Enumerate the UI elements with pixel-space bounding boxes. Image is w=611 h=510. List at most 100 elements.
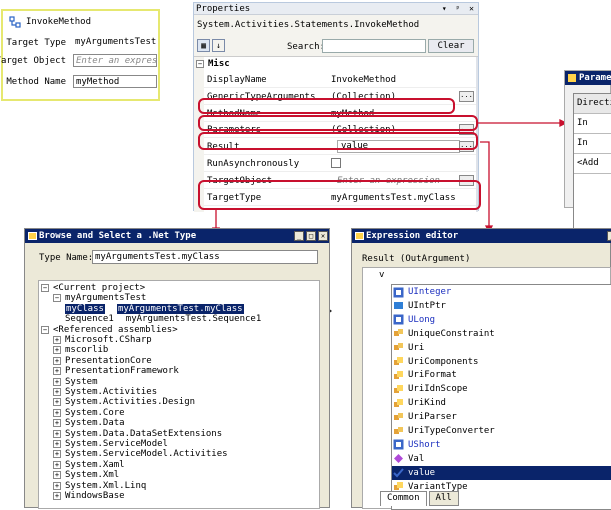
- tree-node[interactable]: + System.Data.DataSetExtensions: [53, 429, 222, 439]
- tree-node-label: System.Xaml: [65, 459, 125, 470]
- tree-node-label: myClass: [65, 303, 105, 314]
- type-name-label: Type Name:: [39, 253, 94, 263]
- expand-icon[interactable]: +: [53, 460, 61, 469]
- tree-node[interactable]: − <Current project>: [41, 283, 145, 293]
- collapse-icon[interactable]: −: [41, 284, 49, 292]
- tree-node[interactable]: + PresentationFramework: [53, 366, 179, 376]
- enum-icon: [393, 370, 404, 381]
- parameters-title: Parame: [579, 73, 611, 83]
- intellisense-tabs: Common All: [380, 491, 459, 507]
- tree-node[interactable]: + WindowsBase: [53, 491, 125, 501]
- expand-icon[interactable]: +: [53, 481, 61, 490]
- expand-icon[interactable]: +: [53, 450, 61, 459]
- tree-node[interactable]: + PresentationCore: [53, 356, 152, 366]
- tree-node-label: PresentationCore: [65, 355, 152, 366]
- completion-item[interactable]: UriTypeConverter: [392, 424, 611, 438]
- minimize-icon[interactable]: _: [294, 231, 304, 241]
- tree-node[interactable]: Sequence1 myArgumentsTest.Sequence1: [65, 314, 261, 324]
- class-icon: [393, 328, 404, 339]
- tree-node[interactable]: + System.Activities: [53, 387, 157, 397]
- completion-item[interactable]: UriComponents: [392, 355, 611, 369]
- maximize-icon[interactable]: □: [306, 231, 316, 241]
- completion-item-label: UriComponents: [408, 356, 479, 367]
- expand-icon[interactable]: +: [53, 440, 61, 448]
- completion-item[interactable]: value: [392, 465, 611, 480]
- tree-node[interactable]: myClass myArgumentsTest.myClass: [65, 303, 244, 314]
- tree-node[interactable]: + System.Xml.Linq: [53, 481, 146, 491]
- tree-node-label: Sequence1: [65, 314, 114, 325]
- completion-item[interactable]: UriParser: [392, 410, 611, 424]
- parameters-titlebar[interactable]: Parame: [565, 71, 611, 85]
- completion-item[interactable]: UIntPtr: [392, 299, 611, 313]
- completion-item[interactable]: Val: [392, 452, 611, 466]
- tree-node-label: System.Xml: [65, 470, 120, 481]
- tree-node[interactable]: + Microsoft.CSharp: [53, 335, 152, 345]
- expand-icon[interactable]: +: [53, 429, 61, 438]
- tree-node[interactable]: − myArgumentsTest: [53, 293, 146, 303]
- intellisense-list[interactable]: UInteger UIntPtr ULong UniqueConstraint Uri U…: [391, 284, 611, 510]
- tree-node[interactable]: − <Referenced assemblies>: [41, 325, 178, 335]
- completion-item[interactable]: UniqueConstraint: [392, 327, 611, 341]
- expand-icon[interactable]: +: [53, 492, 61, 500]
- direction-cell[interactable]: In: [574, 114, 611, 134]
- expand-icon[interactable]: +: [53, 346, 61, 355]
- completion-item-label: UriFormat: [408, 370, 457, 381]
- tree-node-fullname: myArgumentsTest.Sequence1: [125, 314, 262, 325]
- completion-item-label: UriKind: [408, 398, 446, 409]
- struct-icon: [393, 300, 404, 311]
- type-icon: [393, 287, 404, 298]
- completion-item-label: ULong: [408, 314, 436, 325]
- completion-item-label: Uri: [408, 342, 425, 353]
- direction-cell[interactable]: In: [574, 134, 611, 154]
- completion-item[interactable]: UriIdnScope: [392, 382, 611, 396]
- tree-node[interactable]: + System.Activities.Design: [53, 397, 195, 407]
- expand-icon[interactable]: +: [53, 388, 61, 396]
- expression-titlebar[interactable]: Expression editor _: [352, 229, 611, 243]
- tree-node[interactable]: + System.Xaml: [53, 460, 125, 470]
- expand-icon[interactable]: +: [53, 408, 61, 417]
- add-argument-cell[interactable]: <Add: [574, 154, 611, 174]
- expand-icon[interactable]: +: [53, 419, 61, 428]
- tree-node-label: System.Core: [65, 407, 125, 418]
- completion-item[interactable]: UriFormat: [392, 368, 611, 382]
- tree-node[interactable]: + mscorlib: [53, 345, 108, 355]
- class-icon: [393, 342, 404, 353]
- tree-node[interactable]: + System.ServiceModel.Activities: [53, 449, 228, 459]
- completion-item-label: UInteger: [408, 287, 452, 297]
- tree-node[interactable]: + System.Core: [53, 408, 125, 418]
- close-icon[interactable]: ✕: [318, 231, 328, 241]
- class-icon: [393, 412, 404, 423]
- tab-all[interactable]: All: [428, 491, 459, 506]
- tree-node-label: System: [65, 376, 98, 387]
- completion-item[interactable]: UInteger: [392, 285, 611, 299]
- tree-node-label: System.Activities.Design: [65, 397, 196, 408]
- tree-node[interactable]: + System.ServiceModel: [53, 439, 168, 449]
- expand-icon[interactable]: +: [53, 471, 61, 480]
- tree-node[interactable]: + System.Xml: [53, 470, 119, 480]
- tree-node-label: mscorlib: [65, 345, 109, 356]
- tree-node[interactable]: + System: [53, 377, 98, 387]
- collapse-icon[interactable]: −: [53, 294, 61, 303]
- typed-text: v: [379, 270, 385, 280]
- expand-icon[interactable]: +: [53, 336, 61, 344]
- expand-icon[interactable]: +: [53, 356, 61, 365]
- completion-item[interactable]: ULong: [392, 313, 611, 327]
- tree-node-label: PresentationFramework: [65, 366, 179, 377]
- type-name-input[interactable]: myArgumentsTest.myClass: [92, 250, 318, 264]
- minimize-icon[interactable]: _: [607, 231, 611, 241]
- completion-item[interactable]: Uri: [392, 341, 611, 355]
- expand-icon[interactable]: +: [53, 377, 61, 386]
- variable-icon: [393, 467, 404, 478]
- browse-type-dialog: Browse and Select a .Net Type _ □ ✕ Type…: [24, 228, 330, 509]
- completion-item[interactable]: UShort: [392, 438, 611, 452]
- tree-node[interactable]: + System.Data: [53, 418, 125, 428]
- browse-titlebar[interactable]: Browse and Select a .Net Type _ □ ✕: [25, 229, 329, 243]
- tab-common[interactable]: Common: [380, 491, 427, 506]
- parameters-window: Parame Directi In In <Add: [564, 70, 611, 253]
- expression-text-area[interactable]: v UInteger UIntPtr ULong UniqueConstraint Ur…: [362, 267, 611, 510]
- expand-icon[interactable]: +: [53, 398, 61, 407]
- tree-node-label: System.Activities: [65, 387, 158, 397]
- expand-icon[interactable]: +: [53, 367, 61, 376]
- collapse-icon[interactable]: −: [41, 325, 49, 334]
- completion-item[interactable]: UriKind: [392, 396, 611, 410]
